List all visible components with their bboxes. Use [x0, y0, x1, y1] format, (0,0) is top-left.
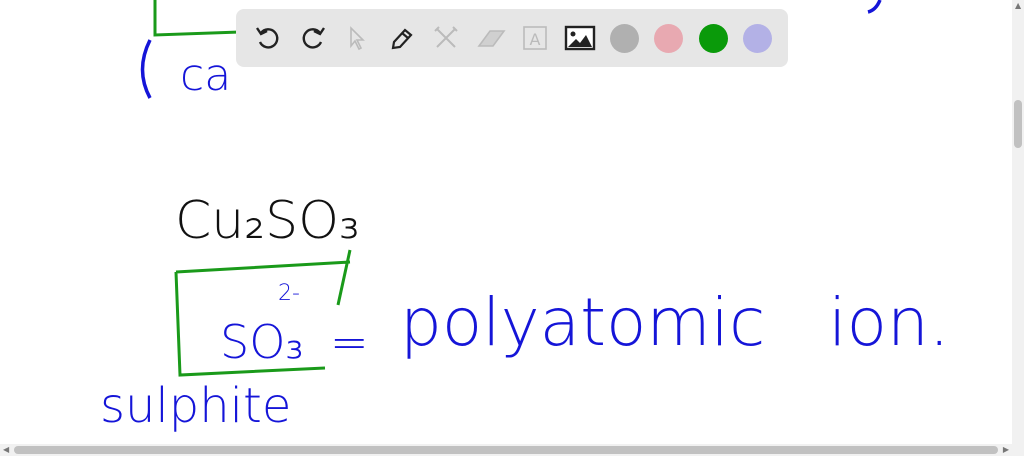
- color-gray[interactable]: [602, 16, 647, 60]
- top-stroke: [867, 0, 882, 14]
- description: polyatomic ion.: [400, 284, 950, 361]
- formula: Cu₂SO₃: [175, 191, 360, 251]
- text-tool[interactable]: A: [513, 16, 558, 60]
- color-swatch-pink: [654, 23, 684, 53]
- color-swatch-lavender: [743, 23, 773, 53]
- text-icon: A: [523, 26, 548, 50]
- scroll-up-arrow[interactable]: ▲: [1015, 0, 1021, 12]
- top-fragment: ca: [180, 50, 231, 101]
- color-swatch-green: [698, 23, 728, 53]
- color-swatch-gray: [609, 23, 639, 53]
- horizontal-scroll-thumb[interactable]: [14, 446, 998, 454]
- color-green[interactable]: [691, 16, 736, 60]
- eraser-icon: [477, 30, 506, 47]
- color-lavender[interactable]: [736, 16, 781, 60]
- top-bracket: [140, 39, 152, 99]
- vertical-scroll-thumb[interactable]: [1014, 100, 1022, 148]
- tools-button[interactable]: [424, 16, 469, 60]
- ion-charge: 2-: [278, 281, 300, 306]
- undo-icon: [256, 27, 279, 49]
- pen-icon: [391, 28, 413, 50]
- svg-text:A: A: [530, 30, 541, 49]
- undo-button[interactable]: [246, 16, 291, 60]
- eraser-tool[interactable]: [469, 16, 514, 60]
- ion-formula: SO₃: [220, 315, 304, 369]
- vertical-scrollbar[interactable]: ▲: [1012, 0, 1024, 444]
- ion-name: sulphite: [100, 378, 291, 434]
- top-green-box: [153, 0, 241, 37]
- scroll-right-arrow[interactable]: ▶: [1003, 444, 1009, 456]
- pen-tool[interactable]: [380, 16, 425, 60]
- scroll-left-arrow[interactable]: ◀: [3, 444, 9, 456]
- image-icon: [564, 25, 595, 51]
- drawing-toolbar: A: [236, 9, 788, 67]
- tools-icon: [434, 26, 458, 48]
- redo-button[interactable]: [291, 16, 336, 60]
- horizontal-scrollbar[interactable]: ◀ ▶: [0, 444, 1024, 456]
- equals-sign: =: [330, 315, 369, 369]
- select-icon: [350, 26, 366, 51]
- select-tool[interactable]: [335, 16, 380, 60]
- image-tool[interactable]: [558, 16, 603, 60]
- redo-icon: [302, 27, 325, 49]
- color-pink[interactable]: [647, 16, 692, 60]
